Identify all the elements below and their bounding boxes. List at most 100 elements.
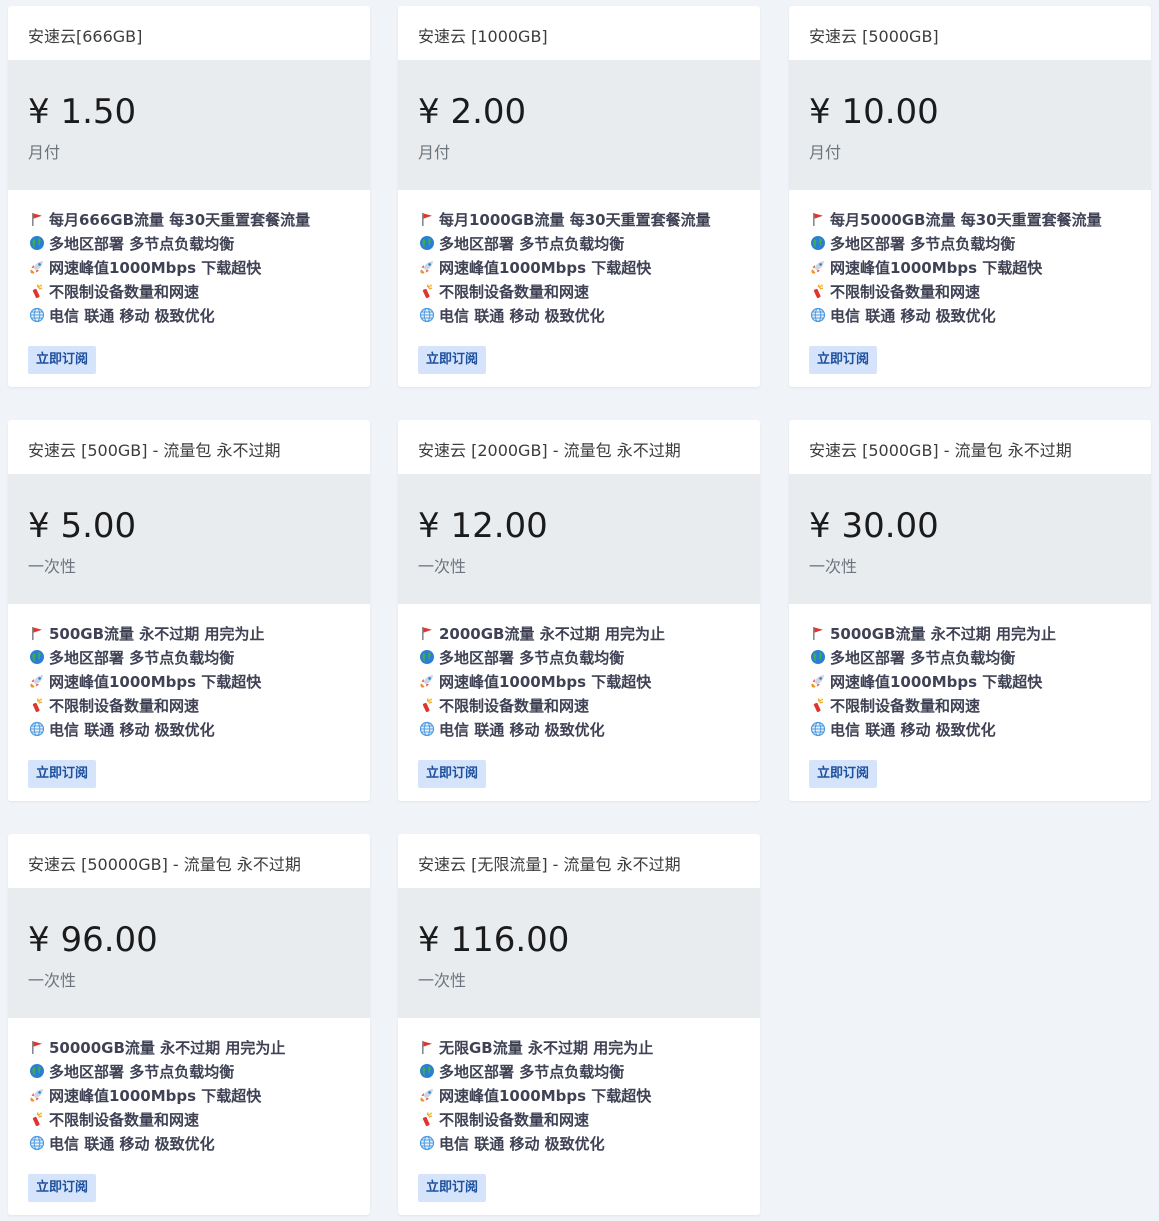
firecracker-icon [418,1110,436,1128]
feature-item: 多地区部署 多节点负载均衡 [28,1059,350,1083]
feature-list: 每月1000GB流量 每30天重置套餐流量 多地区部署 多节点负载均衡 网速峰值10… [398,190,760,327]
feature-text: 不限制设备数量和网速 [439,1110,590,1129]
plan-title: 安速云 [5000GB] - 流量包 永不过期 [809,441,1072,460]
feature-item: 5000GB流量 永不过期 用完为止 [809,621,1131,645]
globe-icon [809,234,827,252]
feature-list: 每月666GB流量 每30天重置套餐流量多地区部署 多节点负载均衡网速峰值100… [8,190,370,327]
price-block: ¥ 5.00 一次性 [8,474,370,604]
billing-cycle: 一次性 [28,557,77,576]
billing-cycle: 一次性 [809,557,858,576]
feature-item: 不限制设备数量和网速 [809,279,1131,303]
feature-item: 无限GB流量 永不过期 用完为止 [418,1035,740,1059]
feature-item: 网速峰值1000Mbps 下载超快 [418,1083,740,1107]
feature-item: 电信 联通 移动 极致优化 [28,717,350,741]
network-globe-icon [418,720,436,738]
feature-item: 不限制设备数量和网速 [418,693,740,717]
network-globe-icon [28,1134,46,1152]
price-block: ¥ 30.00 一次性 [789,474,1151,604]
billing-cycle: 一次性 [418,971,467,990]
feature-item: 网速峰值1000Mbps 下载超快 [28,255,350,279]
subscribe-button[interactable]: 立即订阅 [418,346,487,374]
feature-item: 电信 联通 移动 极致优化 [418,717,740,741]
plan-card-6: 安速云 [5000GB] - 流量包 永不过期 ¥ 30.00 一次性 5000… [789,420,1151,801]
plan-title: 安速云 [5000GB] [809,27,939,46]
rocket-icon [418,1086,436,1104]
feature-list: 50000GB流量 永不过期 用完为止 多地区部署 多节点负载均衡 网速峰值1000… [8,1018,370,1155]
rocket-icon [418,672,436,690]
feature-item: 多地区部署 多节点负载均衡 [28,231,350,255]
feature-text: 5000GB流量 永不过期 用完为止 [830,624,1056,643]
red-flag-icon [418,1038,436,1056]
feature-text: 不限制设备数量和网速 [49,282,200,301]
feature-list: 5000GB流量 永不过期 用完为止 多地区部署 多节点负载均衡 网速峰值1000M… [789,604,1151,741]
subscribe-button[interactable]: 立即订阅 [809,760,878,788]
subscribe-button[interactable]: 立即订阅 [418,1174,487,1202]
red-flag-icon [418,210,436,228]
plan-card-5: 安速云 [2000GB] - 流量包 永不过期 ¥ 12.00 一次性 2000… [398,420,760,801]
price-block: ¥ 2.00 月付 [398,60,760,190]
network-globe-icon [28,720,46,738]
feature-text: 电信 联通 移动 极致优化 [439,720,605,739]
feature-text: 电信 联通 移动 极致优化 [49,1134,215,1153]
feature-text: 多地区部署 多节点负载均衡 [439,648,625,667]
feature-list: 500GB流量 永不过期 用完为止 多地区部署 多节点负载均衡 网速峰值1000Mb… [8,604,370,741]
network-globe-icon [809,720,827,738]
red-flag-icon [28,210,46,228]
subscribe-button[interactable]: 立即订阅 [28,760,97,788]
plan-card-2: 安速云 [1000GB] ¥ 2.00 月付 每月1000GB流量 每30天重置… [398,6,760,387]
feature-text: 不限制设备数量和网速 [830,282,981,301]
plan-card-1: 安速云[666GB] ¥ 1.50 月付 每月666GB流量 每30天重置套餐流… [8,6,370,387]
feature-text: 2000GB流量 永不过期 用完为止 [439,624,665,643]
feature-text: 网速峰值1000Mbps 下载超快 [830,672,1043,691]
plan-price: ¥ 5.00 [28,506,137,546]
billing-cycle: 月付 [418,143,451,162]
feature-text: 电信 联通 移动 极致优化 [49,306,215,325]
feature-text: 网速峰值1000Mbps 下载超快 [439,258,652,277]
firecracker-icon [809,282,827,300]
feature-text: 多地区部署 多节点负载均衡 [49,1062,235,1081]
feature-text: 网速峰值1000Mbps 下载超快 [49,1086,262,1105]
billing-cycle: 月付 [809,143,842,162]
feature-item: 电信 联通 移动 极致优化 [28,1131,350,1155]
globe-icon [28,234,46,252]
plan-price: ¥ 2.00 [418,92,527,132]
feature-text: 多地区部署 多节点负载均衡 [49,648,235,667]
billing-cycle: 月付 [28,143,61,162]
network-globe-icon [809,306,827,324]
feature-text: 不限制设备数量和网速 [830,696,981,715]
price-block: ¥ 96.00 一次性 [8,888,370,1018]
feature-text: 多地区部署 多节点负载均衡 [49,234,235,253]
feature-item: 不限制设备数量和网速 [418,279,740,303]
subscribe-button[interactable]: 立即订阅 [28,346,97,374]
price-block: ¥ 1.50 月付 [8,60,370,190]
feature-text: 电信 联通 移动 极致优化 [439,306,605,325]
firecracker-icon [28,1110,46,1128]
rocket-icon [418,258,436,276]
network-globe-icon [28,306,46,324]
feature-text: 电信 联通 移动 极致优化 [830,720,996,739]
feature-item: 每月666GB流量 每30天重置套餐流量 [28,207,350,231]
plan-price: ¥ 10.00 [809,92,939,132]
subscribe-button[interactable]: 立即订阅 [809,346,878,374]
feature-text: 无限GB流量 永不过期 用完为止 [439,1038,654,1057]
subscribe-button[interactable]: 立即订阅 [28,1174,97,1202]
firecracker-icon [28,282,46,300]
feature-item: 网速峰值1000Mbps 下载超快 [418,255,740,279]
globe-icon [418,1062,436,1080]
feature-item: 电信 联通 移动 极致优化 [809,717,1131,741]
feature-text: 不限制设备数量和网速 [439,696,590,715]
feature-text: 不限制设备数量和网速 [49,1110,200,1129]
feature-list: 每月5000GB流量 每30天重置套餐流量 多地区部署 多节点负载均衡 网速峰值10… [789,190,1151,327]
feature-text: 每月1000GB流量 每30天重置套餐流量 [439,210,711,229]
firecracker-icon [418,696,436,714]
red-flag-icon [809,624,827,642]
globe-icon [809,648,827,666]
feature-item: 不限制设备数量和网速 [28,279,350,303]
feature-text: 500GB流量 永不过期 用完为止 [49,624,265,643]
feature-item: 网速峰值1000Mbps 下载超快 [809,669,1131,693]
plan-card-7: 安速云 [50000GB] - 流量包 永不过期 ¥ 96.00 一次性 500… [8,834,370,1215]
subscribe-button[interactable]: 立即订阅 [418,760,487,788]
price-block: ¥ 10.00 月付 [789,60,1151,190]
feature-list: 2000GB流量 永不过期 用完为止 多地区部署 多节点负载均衡 网速峰值1000M… [398,604,760,741]
plan-price: ¥ 1.50 [28,92,137,132]
